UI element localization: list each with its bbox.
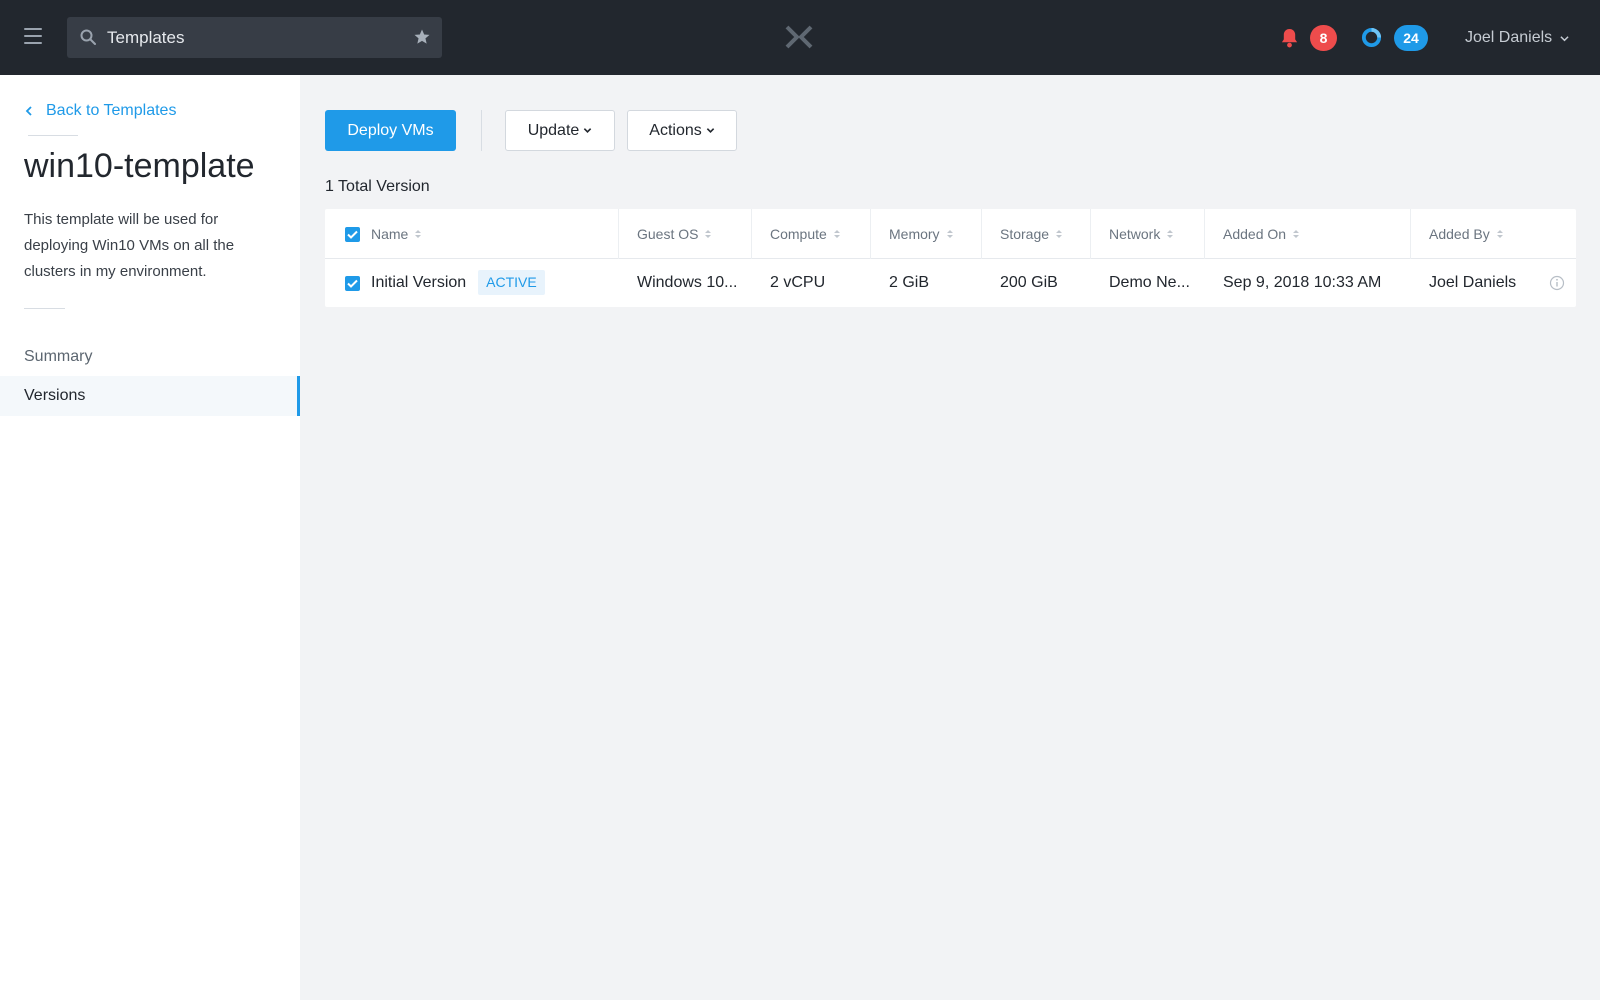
nav-item-summary[interactable]: Summary	[0, 337, 300, 377]
column-label: Compute	[770, 226, 827, 242]
versions-table: Name Guest OS Compute Memory Storage Net…	[325, 209, 1576, 307]
column-label: Name	[371, 226, 409, 242]
total-versions-count: 1 Total Version	[325, 178, 430, 195]
column-divider	[870, 209, 871, 259]
column-header-added-on[interactable]: Added On	[1223, 209, 1300, 259]
user-name: Joel Daniels	[1465, 29, 1553, 46]
actions-dropdown-button[interactable]: Actions	[627, 110, 737, 151]
version-name: Initial Version	[371, 274, 467, 291]
status-badge: ACTIVE	[478, 270, 545, 296]
user-menu[interactable]: Joel Daniels	[1465, 27, 1569, 49]
column-header-storage[interactable]: Storage	[1000, 209, 1063, 259]
column-header-compute[interactable]: Compute	[770, 209, 840, 259]
toolbar-divider	[481, 110, 482, 151]
alert-count-badge[interactable]: 8	[1310, 25, 1337, 51]
column-label: Memory	[889, 226, 940, 242]
column-header-guest-os[interactable]: Guest OS	[637, 209, 712, 259]
column-label: Guest OS	[637, 226, 699, 242]
column-header-network[interactable]: Network	[1109, 209, 1174, 259]
cell-storage: 200 GiB	[1000, 274, 1058, 291]
actions-button-label: Actions	[649, 121, 702, 139]
sort-icon	[946, 230, 953, 238]
search-icon	[80, 29, 96, 45]
sort-icon	[1496, 230, 1503, 238]
column-header-name[interactable]: Name	[371, 209, 422, 259]
column-divider	[1204, 209, 1205, 259]
sort-icon	[833, 230, 840, 238]
template-description: This template will be used for deploying…	[24, 211, 235, 280]
divider	[24, 308, 65, 309]
column-header-memory[interactable]: Memory	[889, 209, 953, 259]
search-bar[interactable]	[67, 17, 442, 58]
search-input[interactable]	[107, 17, 397, 58]
cell-added-by: Joel Daniels	[1429, 274, 1517, 291]
page-title: win10-template	[24, 147, 255, 185]
table-header: Name Guest OS Compute Memory Storage Net…	[325, 209, 1576, 259]
column-divider	[1410, 209, 1411, 259]
menu-icon[interactable]	[24, 28, 42, 46]
divider	[28, 135, 78, 136]
cell-network: Demo Ne...	[1109, 274, 1190, 291]
update-button-label: Update	[527, 121, 580, 139]
column-header-added-by[interactable]: Added By	[1429, 209, 1503, 259]
info-icon[interactable]	[1549, 275, 1565, 291]
column-label: Storage	[1000, 226, 1050, 242]
back-to-templates-link[interactable]: Back to Templates	[24, 102, 176, 120]
row-checkbox[interactable]	[345, 276, 360, 291]
column-label: Network	[1109, 226, 1161, 242]
sort-icon	[705, 230, 712, 238]
sort-icon	[1167, 230, 1174, 238]
column-label: Added On	[1223, 226, 1287, 242]
chevron-down-icon	[1560, 35, 1569, 41]
sort-icon	[1293, 230, 1300, 238]
left-panel: Back to Templates win10-template This te…	[0, 75, 300, 1000]
column-label: Added By	[1429, 226, 1490, 242]
cell-name[interactable]: Initial Version ACTIVE	[371, 259, 545, 307]
update-dropdown-button[interactable]: Update	[505, 110, 615, 151]
back-link-label: Back to Templates	[46, 102, 177, 119]
select-all-checkbox[interactable]	[345, 227, 360, 242]
chevron-left-icon	[25, 106, 32, 116]
chevron-down-icon	[584, 128, 592, 133]
table-row[interactable]: Initial Version ACTIVE Windows 10... 2 vC…	[325, 259, 1576, 307]
column-divider	[751, 209, 752, 259]
sort-icon	[415, 230, 422, 238]
deploy-vms-button[interactable]: Deploy VMs	[325, 110, 456, 151]
nav-item-versions[interactable]: Versions	[0, 376, 300, 416]
task-count-badge[interactable]: 24	[1394, 25, 1428, 51]
star-icon[interactable]	[413, 28, 431, 46]
bell-icon[interactable]	[1280, 27, 1299, 48]
sort-icon	[1056, 230, 1063, 238]
chevron-down-icon	[706, 128, 714, 133]
tasks-icon[interactable]	[1361, 27, 1382, 48]
cell-added-on: Sep 9, 2018 10:33 AM	[1223, 274, 1382, 291]
cell-memory: 2 GiB	[889, 274, 930, 291]
cell-compute: 2 vCPU	[770, 274, 826, 291]
logo-icon	[785, 25, 813, 49]
column-divider	[1090, 209, 1091, 259]
cell-guest-os: Windows 10...	[637, 274, 738, 291]
top-navigation-bar: 8 24 Joel Daniels	[0, 0, 1600, 75]
column-divider	[981, 209, 982, 259]
column-divider	[618, 209, 619, 259]
